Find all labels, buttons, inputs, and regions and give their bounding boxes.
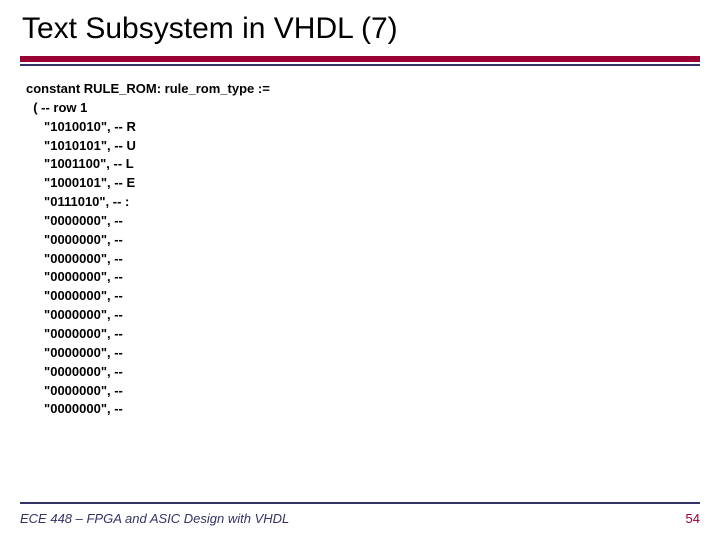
footer-rule (20, 502, 700, 504)
page-number: 54 (686, 511, 700, 526)
code-block: constant RULE_ROM: rule_rom_type := ( --… (20, 80, 700, 419)
slide-title: Text Subsystem in VHDL (7) (20, 12, 700, 46)
title-rule-sub (20, 64, 700, 66)
footer-course: ECE 448 – FPGA and ASIC Design with VHDL (20, 511, 289, 526)
title-rule-main (20, 56, 700, 62)
slide: Text Subsystem in VHDL (7) constant RULE… (0, 0, 720, 540)
footer: ECE 448 – FPGA and ASIC Design with VHDL… (0, 511, 720, 526)
